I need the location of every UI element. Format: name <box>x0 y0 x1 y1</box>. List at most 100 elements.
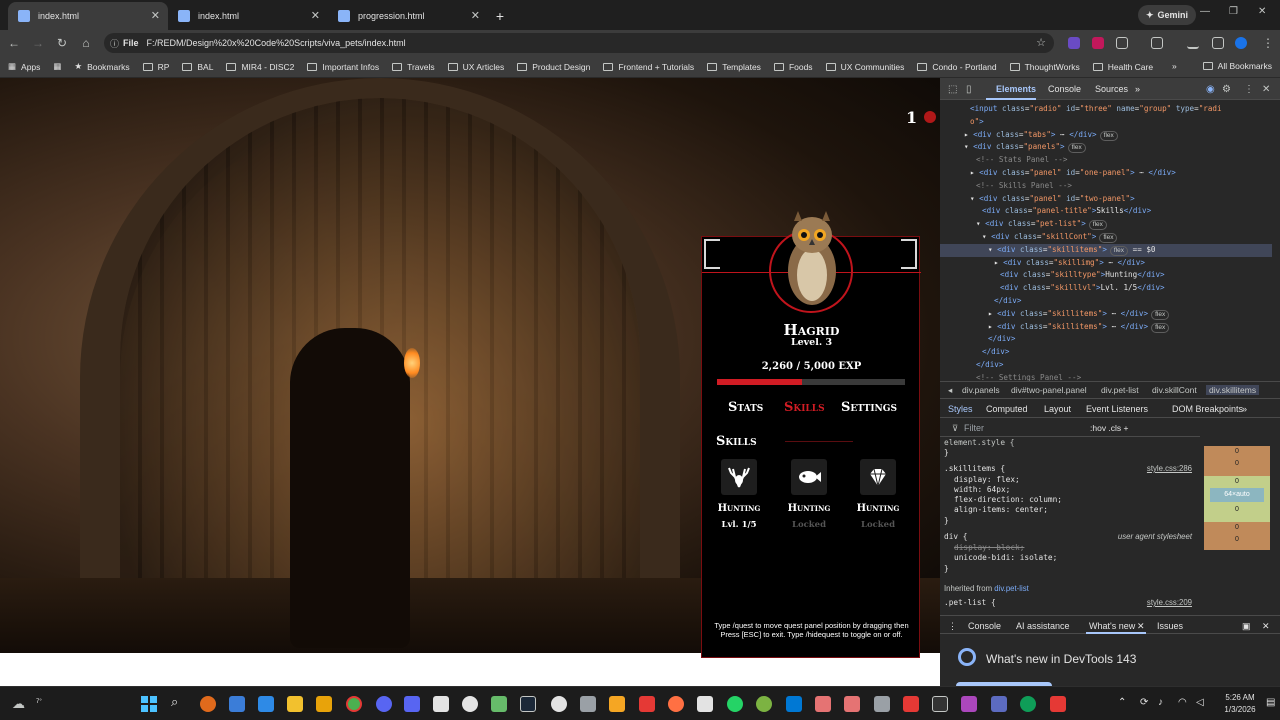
gear-icon[interactable]: ⚙ <box>1222 84 1231 95</box>
new-tab-button[interactable]: + <box>488 2 512 30</box>
apps-bookmark[interactable]: ▦ Apps <box>8 61 40 72</box>
bookmark-folder[interactable]: Product Design <box>517 62 590 72</box>
notion-icon[interactable] <box>697 696 713 712</box>
minimize-icon[interactable]: — <box>1200 6 1210 17</box>
tab-styles[interactable]: Styles <box>948 404 973 414</box>
bookmark-item[interactable]: ★ Bookmarks <box>74 61 129 72</box>
bookmark-folder[interactable]: Frontend + Tutorials <box>603 62 694 72</box>
dom-node-line[interactable]: <!-- Stats Panel --> <box>940 154 1272 167</box>
close-icon[interactable]: ✕ <box>1262 621 1270 632</box>
more-tabs-icon[interactable]: » <box>1242 404 1247 414</box>
drawer-tab-whats-new[interactable]: What's new <box>1089 621 1135 631</box>
css-property[interactable]: width: 64px; <box>954 485 1204 496</box>
app-icon[interactable] <box>756 696 772 712</box>
close-window-icon[interactable]: ✕ <box>1258 6 1266 17</box>
home-icon[interactable]: ⌂ <box>74 36 98 50</box>
all-bookmarks[interactable]: All Bookmarks <box>1202 61 1272 71</box>
close-tab-icon[interactable]: ✕ <box>471 9 480 22</box>
close-tab-icon[interactable]: ✕ <box>311 9 320 22</box>
ai-icon[interactable]: ◉ <box>1206 84 1215 95</box>
calculator-icon[interactable] <box>874 696 890 712</box>
filter-tools[interactable]: :hov .cls + <box>1090 423 1129 433</box>
tab-search-icon[interactable] <box>1212 37 1224 49</box>
extension-icon[interactable] <box>1092 37 1104 49</box>
bookmark-folder[interactable]: BAL <box>182 62 213 72</box>
breadcrumb-item[interactable]: div#two-panel.panel <box>1011 385 1087 395</box>
close-tab-icon[interactable]: ✕ <box>151 9 160 22</box>
app-icon[interactable] <box>200 696 216 712</box>
app-icon[interactable] <box>639 696 655 712</box>
weather-widget[interactable]: ☁ 7° <box>12 695 42 711</box>
tab-dom-breakpoints[interactable]: DOM Breakpoints <box>1172 404 1243 414</box>
bookmark-folder[interactable]: Templates <box>707 62 761 72</box>
bookmark-grid[interactable]: ▦ <box>53 61 61 72</box>
app-icon[interactable] <box>609 696 625 712</box>
app-icon[interactable] <box>1050 696 1066 712</box>
dom-node-line[interactable]: ▸ <div class="skillitems"> ⋯ </div> flex <box>940 308 1272 321</box>
tab-console[interactable]: Console <box>1048 84 1081 94</box>
gemini-button[interactable]: ✦ Gemini <box>1137 5 1196 25</box>
tab-settings[interactable]: Settings <box>841 400 897 415</box>
bookmark-folder[interactable]: Foods <box>773 62 813 72</box>
folder-icon[interactable] <box>287 696 303 712</box>
app-icon[interactable] <box>844 696 860 712</box>
menu-icon[interactable]: ⋮ <box>1244 84 1254 95</box>
dom-node-line[interactable]: <div class="panel-title">Skills</div> <box>940 205 1272 218</box>
app-icon[interactable] <box>491 696 507 712</box>
mic-icon[interactable]: ♪ <box>1158 697 1163 708</box>
bookmark-folder[interactable]: UX Communities <box>825 62 904 72</box>
bookmark-folder[interactable]: Important Infos <box>307 62 379 72</box>
maximize-icon[interactable]: ❐ <box>1229 6 1238 17</box>
forward-icon[interactable]: → <box>26 36 50 50</box>
filter-input[interactable]: Filter <box>964 423 984 433</box>
app-icon[interactable] <box>991 696 1007 712</box>
reload-icon[interactable]: ↻ <box>50 36 74 50</box>
browser-tab-3[interactable]: progression.html ✕ <box>328 2 488 30</box>
breadcrumb-item[interactable]: div.skillitems <box>1206 385 1260 395</box>
skill-item[interactable]: Hunting Locked <box>846 459 910 530</box>
tab-skills[interactable]: Skills <box>784 400 825 415</box>
notification-icon[interactable]: ▤ <box>1266 697 1275 708</box>
menu-icon[interactable]: ⋮ <box>1256 36 1280 50</box>
dom-node-line[interactable]: <input class="radio" id="three" name="gr… <box>940 103 1272 116</box>
extension-icon[interactable] <box>1068 37 1080 49</box>
profile-avatar[interactable] <box>1235 37 1247 49</box>
info-icon[interactable]: ⓘ <box>110 37 119 50</box>
bookmark-folder[interactable]: Travels <box>392 62 435 72</box>
css-property[interactable]: flex-direction: column; <box>954 495 1204 506</box>
tab-elements[interactable]: Elements <box>996 84 1036 94</box>
edge-icon[interactable] <box>1020 696 1036 712</box>
breadcrumb-item[interactable]: div.skillCont <box>1152 385 1197 395</box>
breadcrumb-item[interactable]: div.pet-list <box>1101 385 1139 395</box>
discord-icon[interactable] <box>404 696 420 712</box>
app-icon[interactable] <box>668 696 684 712</box>
back-icon[interactable]: ← <box>2 36 26 50</box>
star-icon[interactable]: ☆ <box>1036 36 1046 49</box>
discord-icon[interactable] <box>376 696 392 712</box>
app-icon[interactable] <box>316 696 332 712</box>
vscode-icon[interactable] <box>786 696 802 712</box>
puzzle-icon[interactable] <box>1116 37 1128 49</box>
copilot-icon[interactable] <box>229 696 245 712</box>
whatsapp-icon[interactable] <box>727 696 743 712</box>
more-tabs-icon[interactable]: » <box>1135 84 1140 94</box>
tab-sources[interactable]: Sources <box>1095 84 1128 94</box>
tab-stats[interactable]: Stats <box>728 400 763 415</box>
drawer-tab-ai-assistance[interactable]: AI assistance <box>1016 621 1070 631</box>
dom-node-line[interactable]: ▾ <div class="skillitems"> flex == $0 <box>940 243 1272 257</box>
dom-node-line[interactable]: ▾ <div class="panels"> flex <box>940 141 1272 154</box>
chrome-icon[interactable] <box>346 696 362 712</box>
sidebar-icon[interactable] <box>1151 37 1163 49</box>
device-toolbar-icon[interactable]: ▯ <box>966 84 972 95</box>
dom-node-line[interactable]: </div> <box>940 359 1272 372</box>
drawer-menu-icon[interactable]: ⋮ <box>948 621 957 632</box>
dock-icon[interactable]: ▣ <box>1242 621 1251 632</box>
crumb-arrow-icon[interactable]: ◂ <box>948 385 952 396</box>
search-icon[interactable]: ⌕ <box>171 694 178 710</box>
bookmark-folder[interactable]: Condo - Portland <box>917 62 997 72</box>
browser-tab-1[interactable]: index.html ✕ <box>8 2 168 30</box>
drawer-tab-issues[interactable]: Issues <box>1157 621 1183 631</box>
breadcrumb-item[interactable]: div.panels <box>962 385 1000 395</box>
dom-node-line[interactable]: ▾ <div class="skillCont"> flex <box>940 231 1272 244</box>
app-icon[interactable] <box>815 696 831 712</box>
